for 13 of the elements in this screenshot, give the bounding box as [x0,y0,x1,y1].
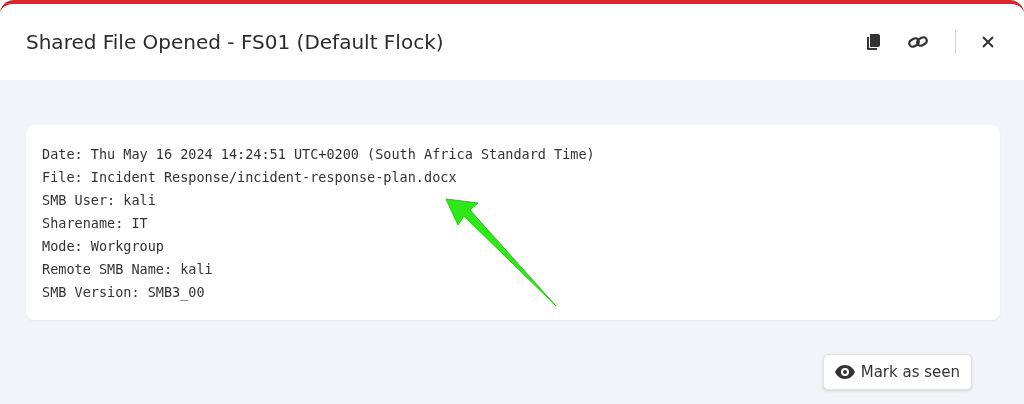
close-icon [982,36,994,48]
mark-as-seen-button[interactable]: Mark as seen [822,354,972,390]
copy-icon [865,33,881,51]
link-icon [907,34,929,50]
detail-line: Mode: Workgroup [42,237,165,256]
detail-line: Remote SMB Name: kali [42,260,214,279]
dialog-title: Shared File Opened - FS01 (Default Flock) [26,30,445,54]
detail-line: Date: Thu May 16 2024 14:24:51 UTC+0200 (South Africa Standard Time) [42,145,596,164]
detail-line: SMB User: kali [42,191,157,210]
detail-line: Sharename: IT [42,214,149,233]
eye-icon [834,365,855,379]
detail-line: SMB Version: SMB3_00 [42,283,206,303]
detail-line: File: Incident Response/incident-response-plan.docx [42,168,458,187]
